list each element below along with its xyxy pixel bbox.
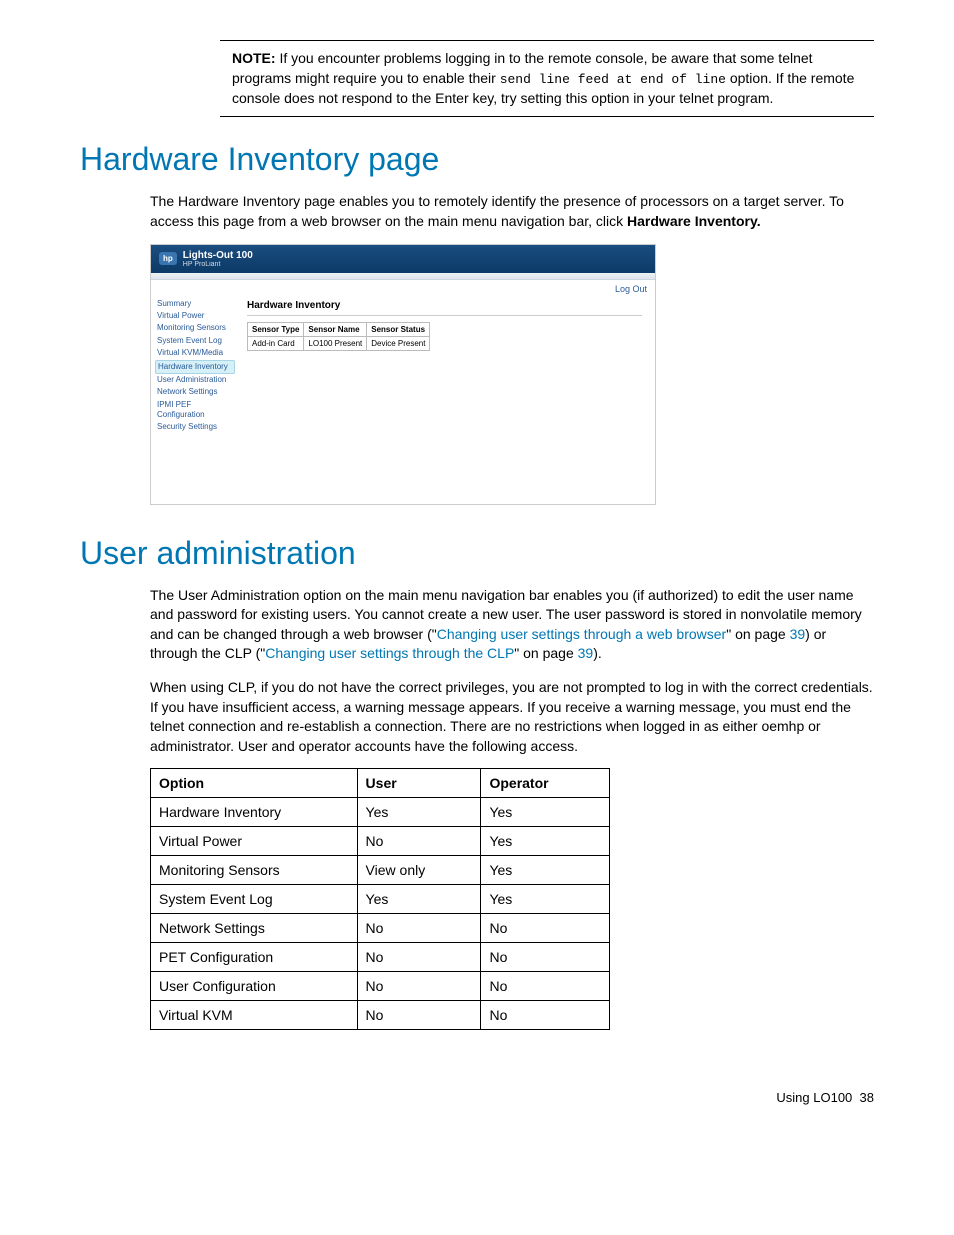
cell: Yes xyxy=(357,885,481,914)
cell: Yes xyxy=(481,827,610,856)
cell: System Event Log xyxy=(151,885,358,914)
cell: No xyxy=(357,943,481,972)
p1-page1[interactable]: 39 xyxy=(790,626,806,642)
cell: Virtual KVM xyxy=(151,1001,358,1030)
sidebar-item-user-administration[interactable]: User Administration xyxy=(155,374,235,386)
cell: No xyxy=(357,972,481,1001)
sidebar-item-virtual-kvm[interactable]: Virtual KVM/Media xyxy=(155,347,235,359)
sidebar-item-monitoring-sensors[interactable]: Monitoring Sensors xyxy=(155,322,235,334)
cell: Hardware Inventory xyxy=(151,798,358,827)
table-row: Virtual PowerNoYes xyxy=(151,827,610,856)
heading-hardware-inventory: Hardware Inventory page xyxy=(80,141,874,178)
table-row: System Event LogYesYes xyxy=(151,885,610,914)
inv-td-status: Device Present xyxy=(367,336,430,350)
table-row: PET ConfigurationNoNo xyxy=(151,943,610,972)
cell: Yes xyxy=(481,798,610,827)
cell: No xyxy=(357,827,481,856)
cell: No xyxy=(357,1001,481,1030)
footer: Using LO100 38 xyxy=(80,1090,874,1105)
inventory-table: Sensor Type Sensor Name Sensor Status Ad… xyxy=(247,322,430,351)
hardware-inventory-paragraph: The Hardware Inventory page enables you … xyxy=(150,192,874,231)
sidebar-item-system-event-log[interactable]: System Event Log xyxy=(155,335,235,347)
heading-user-administration: User administration xyxy=(80,535,874,572)
sidebar-item-security-settings[interactable]: Security Settings xyxy=(155,421,235,433)
screenshot-body: Summary Virtual Power Monitoring Sensors… xyxy=(151,294,655,504)
p1-b: " on page xyxy=(726,626,789,642)
user-admin-paragraph-2: When using CLP, if you do not have the c… xyxy=(150,678,874,756)
cell: Virtual Power xyxy=(151,827,358,856)
screenshot-toolbar xyxy=(151,273,655,280)
footer-page: 38 xyxy=(860,1090,874,1105)
panel-title: Hardware Inventory xyxy=(247,298,642,316)
screenshot: hp Lights-Out 100 HP ProLiant Log Out Su… xyxy=(150,244,656,505)
hp-logo: hp xyxy=(159,252,177,265)
cell: Network Settings xyxy=(151,914,358,943)
table-row: Hardware InventoryYesYes xyxy=(151,798,610,827)
inv-th-name: Sensor Name xyxy=(304,322,367,336)
product-title-block: Lights-Out 100 HP ProLiant xyxy=(183,250,253,268)
screenshot-sidebar: Summary Virtual Power Monitoring Sensors… xyxy=(151,294,239,504)
cell: Yes xyxy=(481,885,610,914)
cell: Monitoring Sensors xyxy=(151,856,358,885)
access-th-operator: Operator xyxy=(481,769,610,798)
logout-link[interactable]: Log Out xyxy=(151,280,655,294)
footer-text: Using LO100 xyxy=(776,1090,852,1105)
sidebar-item-summary[interactable]: Summary xyxy=(155,298,235,310)
screenshot-main: Hardware Inventory Sensor Type Sensor Na… xyxy=(239,294,655,504)
table-row: Virtual KVMNoNo xyxy=(151,1001,610,1030)
cell: No xyxy=(481,943,610,972)
sidebar-item-ipmi-pef[interactable]: IPMI PEF Configuration xyxy=(155,399,235,422)
note-box: NOTE: If you encounter problems logging … xyxy=(220,40,874,117)
access-table: Option User Operator Hardware InventoryY… xyxy=(150,768,610,1030)
sidebar-item-virtual-power[interactable]: Virtual Power xyxy=(155,310,235,322)
cell: Yes xyxy=(481,856,610,885)
inv-td-name: LO100 Present xyxy=(304,336,367,350)
product-name: Lights-Out 100 xyxy=(183,250,253,261)
sidebar-item-hardware-inventory[interactable]: Hardware Inventory xyxy=(155,360,235,374)
p1-d: " on page xyxy=(514,645,577,661)
cell: No xyxy=(481,972,610,1001)
sidebar-item-network-settings[interactable]: Network Settings xyxy=(155,386,235,398)
cell: User Configuration xyxy=(151,972,358,1001)
note-code: send line feed at end of line xyxy=(500,72,726,87)
inv-th-status: Sensor Status xyxy=(367,322,430,336)
link-change-browser[interactable]: Changing user settings through a web bro… xyxy=(437,626,727,642)
table-row: Monitoring SensorsView onlyYes xyxy=(151,856,610,885)
screenshot-titlebar: hp Lights-Out 100 HP ProLiant xyxy=(151,245,655,273)
para-bold: Hardware Inventory. xyxy=(627,213,761,229)
access-th-user: User xyxy=(357,769,481,798)
p1-page2[interactable]: 39 xyxy=(578,645,594,661)
product-subtitle: HP ProLiant xyxy=(183,261,253,268)
access-th-option: Option xyxy=(151,769,358,798)
note-label: NOTE: xyxy=(232,50,276,66)
cell: PET Configuration xyxy=(151,943,358,972)
user-admin-paragraph-1: The User Administration option on the ma… xyxy=(150,586,874,664)
cell: View only xyxy=(357,856,481,885)
cell: No xyxy=(357,914,481,943)
cell: Yes xyxy=(357,798,481,827)
table-row: Network SettingsNoNo xyxy=(151,914,610,943)
inv-td-type: Add-in Card xyxy=(248,336,304,350)
p1-e: ). xyxy=(593,645,602,661)
table-row: User ConfigurationNoNo xyxy=(151,972,610,1001)
link-change-clp[interactable]: Changing user settings through the CLP xyxy=(265,645,514,661)
cell: No xyxy=(481,1001,610,1030)
inv-th-type: Sensor Type xyxy=(248,322,304,336)
cell: No xyxy=(481,914,610,943)
